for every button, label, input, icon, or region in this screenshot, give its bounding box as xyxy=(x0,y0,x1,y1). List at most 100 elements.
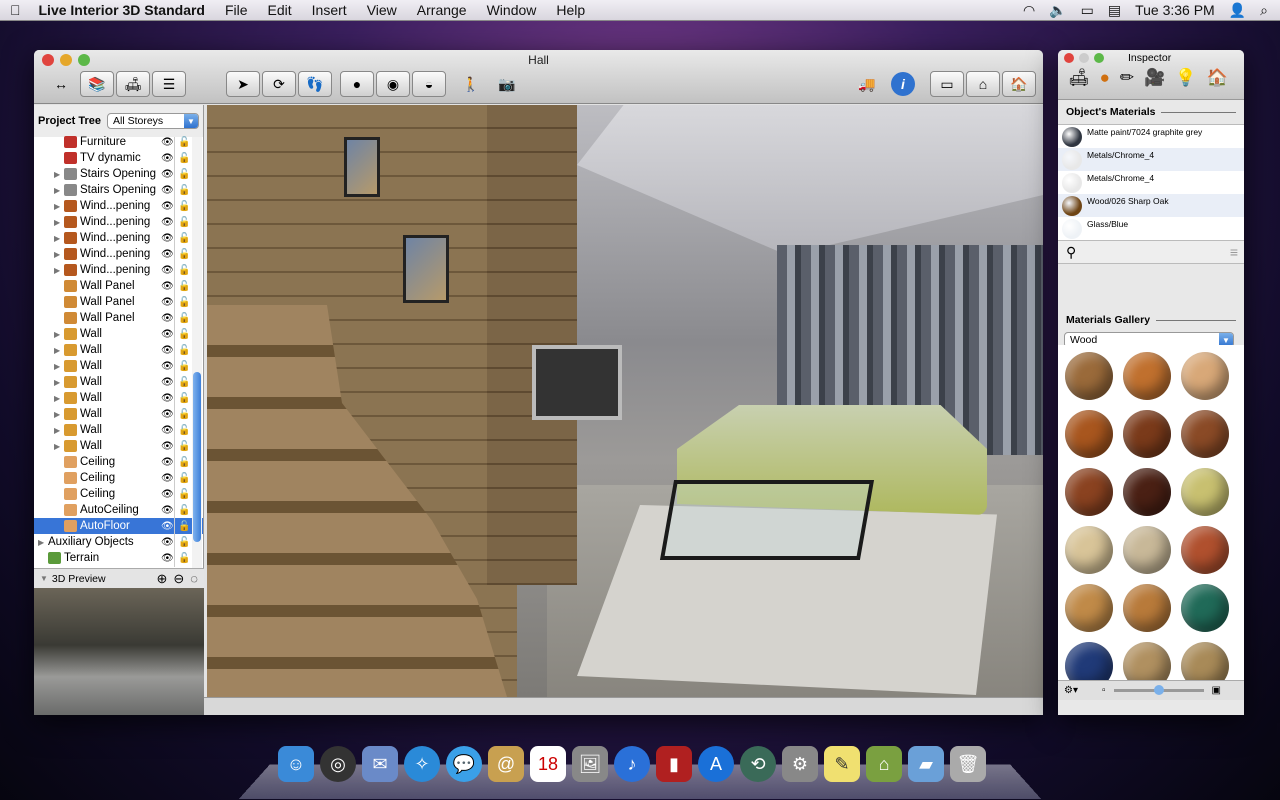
library-button[interactable]: 📚 xyxy=(80,71,114,97)
menu-window[interactable]: Window xyxy=(477,2,547,18)
eye-icon[interactable]: 👁 xyxy=(161,153,174,164)
walk-tool-button[interactable]: 👣 xyxy=(298,71,332,97)
itunes-icon[interactable]: ♪ xyxy=(614,746,650,782)
iphoto-icon[interactable]: 🖼 xyxy=(572,746,608,782)
view-mode-1-button[interactable]: ● xyxy=(340,71,374,97)
gallery-swatch[interactable] xyxy=(1065,468,1113,516)
lock-icon[interactable]: 🔓 xyxy=(178,249,190,260)
tree-row[interactable]: AutoCeiling 👁 🔓 xyxy=(34,502,203,518)
object-tab-icon[interactable]: 🛋 xyxy=(1068,68,1090,88)
system-preferences-icon[interactable]: ⚙ xyxy=(782,746,818,782)
view-mode-3-button[interactable]: ◒ xyxy=(412,71,446,97)
eye-icon[interactable]: 👁 xyxy=(161,457,174,468)
gallery-swatch[interactable] xyxy=(1123,642,1171,680)
battery-icon[interactable]: ▭ xyxy=(1081,2,1094,19)
eye-icon[interactable]: 👁 xyxy=(161,329,174,340)
house-tab-icon[interactable]: 🏠 xyxy=(1206,68,1227,88)
camera-icon[interactable]: 📷 xyxy=(490,71,524,97)
tree-row[interactable]: Ceiling 👁 🔓 xyxy=(34,470,203,486)
truck-icon[interactable]: 🚚 xyxy=(850,71,884,97)
eye-icon[interactable]: 👁 xyxy=(161,409,174,420)
gallery-swatch[interactable] xyxy=(1065,584,1113,632)
zoom-button[interactable] xyxy=(1094,53,1104,63)
gallery-swatch[interactable] xyxy=(1181,584,1229,632)
tree-row[interactable]: ▶ Wall 👁 🔓 xyxy=(34,326,203,342)
menu-edit[interactable]: Edit xyxy=(258,2,302,18)
disclosure-triangle-icon[interactable]: ▶ xyxy=(38,538,48,547)
disclosure-triangle-icon[interactable]: ▶ xyxy=(54,442,64,451)
tree-row[interactable]: TV dynamic 👁 🔓 xyxy=(34,150,203,166)
disclosure-triangle-icon[interactable]: ▶ xyxy=(54,266,64,275)
tree-row[interactable]: ▶ Stairs Opening 👁 🔓 xyxy=(34,166,203,182)
tree-row[interactable]: ▶ Wall 👁 🔓 xyxy=(34,342,203,358)
lock-icon[interactable]: 🔓 xyxy=(178,137,190,148)
zoom-out-icon[interactable]: ⊖ xyxy=(173,571,184,587)
zoom-in-icon[interactable]: ⊕ xyxy=(156,571,167,587)
gear-icon[interactable]: ⚙▾ xyxy=(1064,685,1078,696)
lock-icon[interactable]: 🔓 xyxy=(178,185,190,196)
volume-icon[interactable]: 🔈 xyxy=(1049,2,1066,19)
eye-icon[interactable]: 👁 xyxy=(161,249,174,260)
gallery-swatch[interactable] xyxy=(1181,642,1229,680)
lock-icon[interactable]: 🔓 xyxy=(178,217,190,228)
lock-icon[interactable]: 🔓 xyxy=(178,473,190,484)
eyedropper-icon[interactable]: ⚲ xyxy=(1066,244,1076,261)
3d-viewport[interactable] xyxy=(207,105,1043,697)
plan-view-button[interactable]: ▭ xyxy=(930,71,964,97)
material-item[interactable]: Metals/Chrome_4 xyxy=(1058,171,1244,194)
address-book-icon[interactable]: @ xyxy=(488,746,524,782)
clock[interactable]: Tue 3:36 PM xyxy=(1135,2,1215,18)
back-arrow-icon[interactable]: ↔ xyxy=(44,71,78,97)
material-item[interactable]: Matte paint/7024 graphite grey xyxy=(1058,125,1244,148)
gallery-swatch[interactable] xyxy=(1181,410,1229,458)
lock-icon[interactable]: 🔓 xyxy=(178,313,190,324)
lock-icon[interactable]: 🔓 xyxy=(178,281,190,292)
lock-icon[interactable]: 🔓 xyxy=(178,377,190,388)
gallery-swatch[interactable] xyxy=(1181,468,1229,516)
gallery-swatch[interactable] xyxy=(1123,468,1171,516)
tree-row[interactable]: Wall Panel 👁 🔓 xyxy=(34,278,203,294)
storey-select[interactable]: All Storeys ▼ xyxy=(106,113,199,129)
lock-icon[interactable]: 🔓 xyxy=(178,361,190,372)
gallery-swatch[interactable] xyxy=(1123,584,1171,632)
eye-icon[interactable]: 👁 xyxy=(161,537,174,548)
info-icon[interactable]: i xyxy=(886,71,920,97)
materials-tab-icon[interactable]: ● xyxy=(1100,68,1110,88)
gallery-swatch[interactable] xyxy=(1181,526,1229,574)
lock-icon[interactable]: 🔓 xyxy=(178,329,190,340)
disclosure-triangle-icon[interactable]: ▶ xyxy=(54,378,64,387)
material-item[interactable]: Glass/Blue xyxy=(1058,217,1244,240)
disclosure-triangle-icon[interactable]: ▶ xyxy=(54,186,64,195)
tree-row[interactable]: ▶ Wall 👁 🔓 xyxy=(34,358,203,374)
tree-row[interactable]: AutoFloor 👁 🔓 xyxy=(34,518,203,534)
tree-row[interactable]: Terrain 👁 🔓 xyxy=(34,550,203,566)
wifi-icon[interactable]: ◠ xyxy=(1023,2,1035,19)
gallery-swatch[interactable] xyxy=(1065,526,1113,574)
3d-preview-thumbnail[interactable] xyxy=(34,588,204,715)
minimize-button[interactable] xyxy=(1079,53,1089,63)
tree-row[interactable]: ▶ Wall 👁 🔓 xyxy=(34,390,203,406)
disclosure-triangle-icon[interactable]: ▶ xyxy=(54,170,64,179)
tree-row[interactable]: ▶ Wind...pening 👁 🔓 xyxy=(34,246,203,262)
select-tool-button[interactable]: ➤ xyxy=(226,71,260,97)
tree-row[interactable]: ▶ Wind...pening 👁 🔓 xyxy=(34,214,203,230)
tree-row[interactable]: ▶ Stairs Opening 👁 🔓 xyxy=(34,182,203,198)
lock-icon[interactable]: 🔓 xyxy=(178,425,190,436)
menu-insert[interactable]: Insert xyxy=(302,2,357,18)
lock-icon[interactable]: 🔓 xyxy=(178,153,190,164)
tree-row[interactable]: ▶ Wall 👁 🔓 xyxy=(34,422,203,438)
split-view-button[interactable]: ⌂ xyxy=(966,71,1000,97)
3d-view-button[interactable]: 🏠 xyxy=(1002,71,1036,97)
rotate-tool-button[interactable]: ⟳ xyxy=(262,71,296,97)
eye-icon[interactable]: 👁 xyxy=(161,473,174,484)
tree-row[interactable]: Ceiling 👁 🔓 xyxy=(34,454,203,470)
menu-view[interactable]: View xyxy=(357,2,407,18)
lock-icon[interactable]: 🔓 xyxy=(178,441,190,452)
eye-icon[interactable]: 👁 xyxy=(161,393,174,404)
dashboard-icon[interactable]: ◎ xyxy=(320,746,356,782)
eye-icon[interactable]: 👁 xyxy=(161,137,174,148)
lock-icon[interactable]: 🔓 xyxy=(178,537,190,548)
eye-icon[interactable]: 👁 xyxy=(161,185,174,196)
tree-row[interactable]: ▶ Wind...pening 👁 🔓 xyxy=(34,198,203,214)
eye-icon[interactable]: 👁 xyxy=(161,217,174,228)
